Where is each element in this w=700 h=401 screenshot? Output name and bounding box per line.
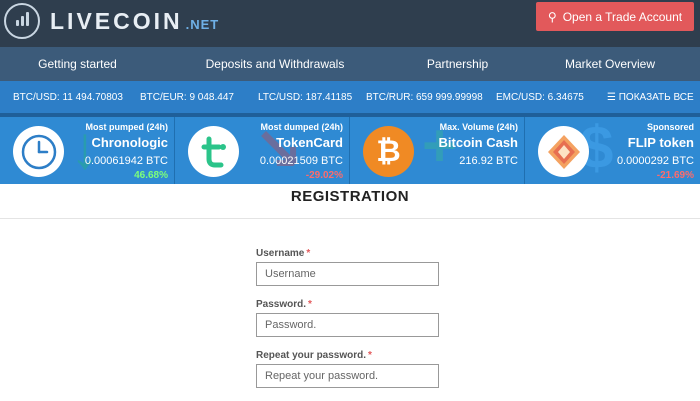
- repeat-password-label: Repeat your password. *: [256, 350, 446, 364]
- username-label: Username *: [256, 248, 446, 262]
- ticker-item[interactable]: BTC/USD: 11 494.70803: [13, 92, 123, 103]
- card-coin-name: TokenCard: [276, 135, 343, 150]
- logo-text: LIVECOIN: [50, 7, 183, 34]
- livecoin-logo[interactable]: LIVECOIN .NET: [4, 3, 219, 39]
- card-sponsored[interactable]: $ Sponsored FLIP token 0.0000292 BTC -21…: [525, 117, 700, 184]
- price-ticker: BTC/USD: 11 494.70803 BTC/EUR: 9 048.447…: [0, 81, 700, 113]
- card-label: Sponsored: [646, 122, 694, 132]
- nav-item-market-overview[interactable]: Market Overview: [520, 47, 700, 81]
- username-field-group: Username *: [256, 248, 446, 286]
- show-all-button[interactable]: ☰ ПОКАЗАТЬ ВСЕ: [607, 92, 694, 103]
- password-label: Password. *: [256, 299, 446, 313]
- password-label-text: Password.: [256, 299, 307, 310]
- repeat-password-label-text: Repeat your password.: [256, 350, 367, 361]
- ticker-item[interactable]: EMC/USD: 6.34675: [496, 92, 584, 103]
- required-marker: *: [308, 299, 312, 310]
- card-most-pumped[interactable]: ↓ Most pumped (24h) Chronologic 0.000619…: [0, 117, 175, 184]
- repeat-password-input[interactable]: [256, 364, 439, 388]
- nav-item-getting-started[interactable]: Getting started: [0, 47, 155, 81]
- card-label: Most dumped (24h): [260, 122, 344, 132]
- repeat-password-field-group: Repeat your password. *: [256, 350, 446, 388]
- card-label: Most pumped (24h): [85, 122, 169, 132]
- nav-item-deposits-withdrawals[interactable]: Deposits and Withdrawals: [155, 47, 395, 81]
- open-trade-account-button[interactable]: ⚲ Open a Trade Account: [536, 2, 694, 31]
- registration-form: Username* Password.* Repeat your passwor…: [256, 248, 446, 401]
- ticker-item[interactable]: BTC/RUR: 659 999.99998: [366, 92, 483, 103]
- card-most-dumped[interactable]: ↘ Most dumped (24h) TokenCard 0.00021509…: [175, 117, 350, 184]
- logo-suffix: .NET: [185, 17, 220, 32]
- card-coin-name: Bitcoin Cash: [438, 135, 518, 150]
- card-coin-name: FLIP token: [627, 135, 694, 150]
- nav-item-partnership[interactable]: Partnership: [395, 47, 520, 81]
- card-change: -21.69%: [656, 170, 694, 181]
- trade-button-label: Open a Trade Account: [562, 9, 683, 24]
- password-input[interactable]: [256, 313, 439, 337]
- card-price: 0.00061942 BTC: [84, 155, 168, 167]
- card-price: 0.0000292 BTC: [616, 155, 694, 167]
- card-coin-name: Chronologic: [91, 135, 168, 150]
- page-title: REGISTRATION: [290, 188, 410, 205]
- logo-bars-icon: [4, 3, 40, 39]
- card-max-volume[interactable]: + ₿ Max. Volume (24h) Bitcoin Cash 216.9…: [350, 117, 525, 184]
- top-header: LIVECOIN .NET ⚲ Open a Trade Account: [0, 0, 700, 47]
- card-price: 216.92 BTC: [459, 155, 518, 167]
- market-highlights: ↓ Most pumped (24h) Chronologic 0.000619…: [0, 113, 700, 184]
- user-key-icon: ⚲: [547, 9, 557, 24]
- flip-token-icon: [538, 126, 589, 177]
- card-price: 0.00021509 BTC: [259, 155, 343, 167]
- bitcoin-icon: ₿: [363, 126, 414, 177]
- clock-icon: [13, 126, 64, 177]
- main-nav: Getting started Deposits and Withdrawals…: [0, 47, 700, 81]
- username-label-text: Username: [256, 248, 305, 259]
- card-change: 46.68%: [134, 170, 168, 181]
- required-marker: *: [306, 248, 311, 259]
- card-label: Max. Volume (24h): [439, 122, 518, 132]
- username-input[interactable]: [256, 262, 439, 286]
- ticker-item[interactable]: BTC/EUR: 9 048.447: [140, 92, 234, 103]
- divider: [0, 218, 700, 219]
- password-field-group: Password. *: [256, 299, 446, 337]
- card-change: -29.02%: [305, 170, 343, 181]
- required-marker: *: [368, 350, 372, 361]
- tokencard-icon: [188, 126, 239, 177]
- ticker-item[interactable]: LTC/USD: 187.41185: [258, 92, 352, 103]
